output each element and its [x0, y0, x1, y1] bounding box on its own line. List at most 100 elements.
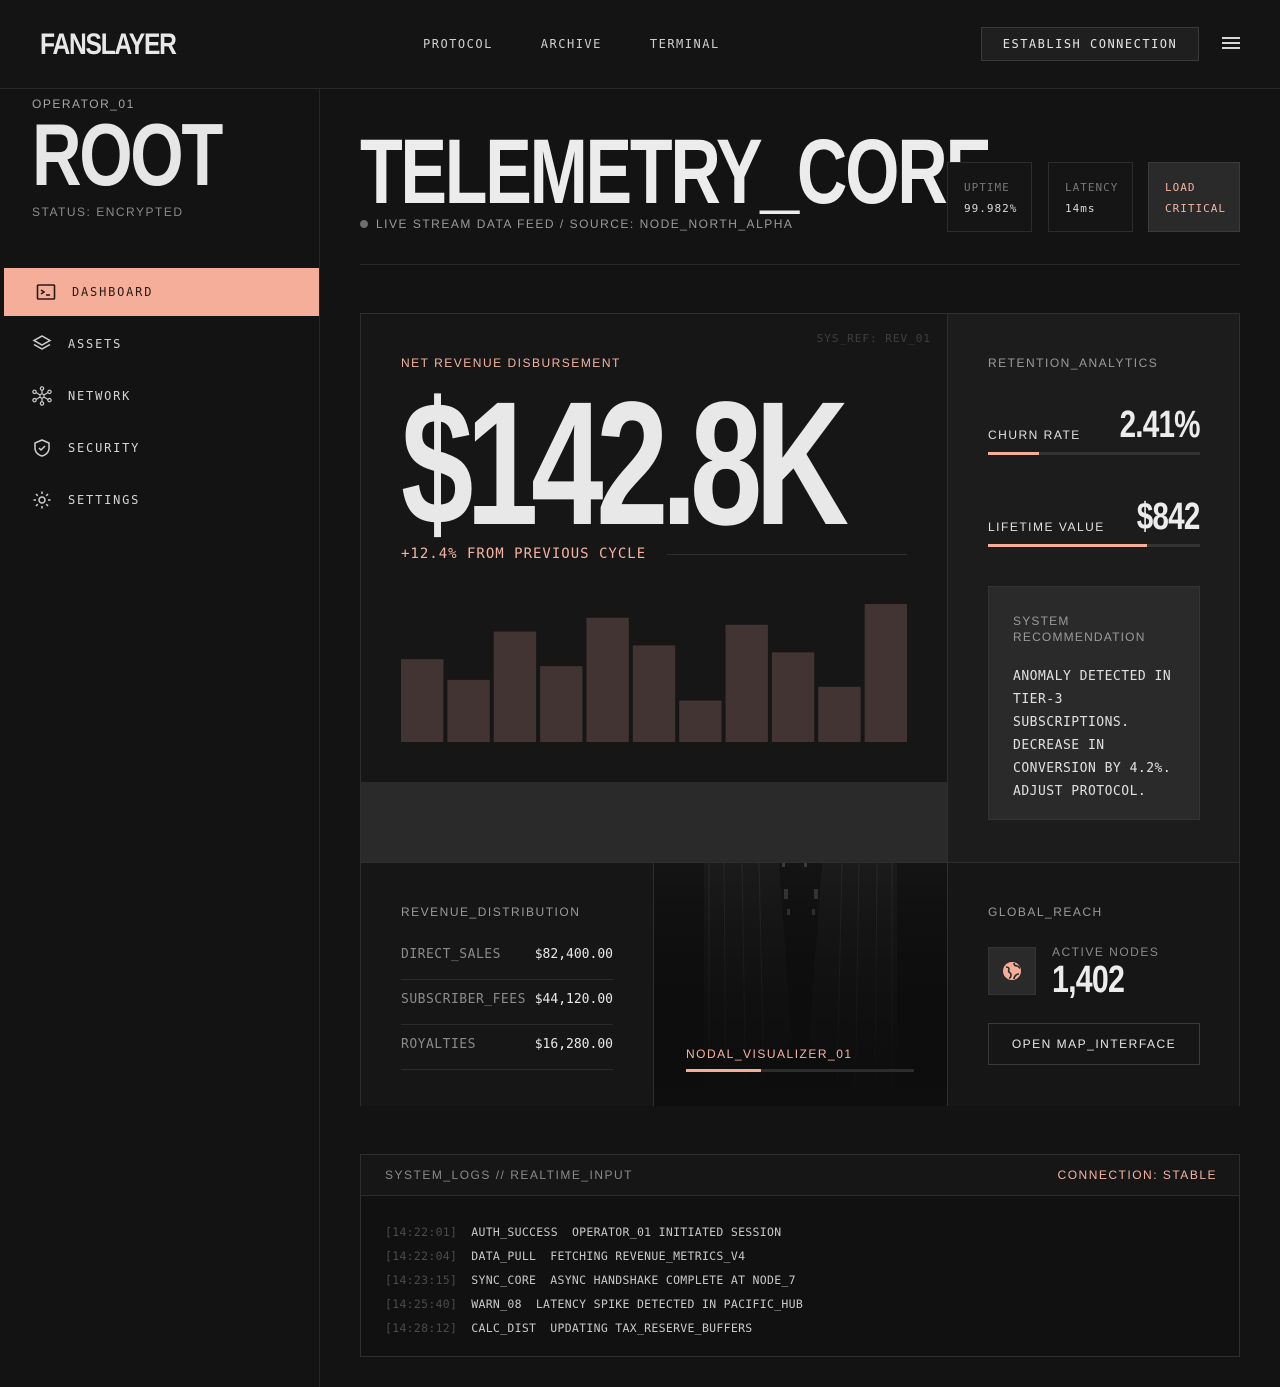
log-message: OPERATOR_01 INITIATED SESSION — [571, 1225, 782, 1239]
dashboard-grid: SYS_REF: REV_01 NET REVENUE DISBURSEMENT… — [360, 313, 1240, 1106]
bar-4 — [540, 666, 583, 742]
sidebar-item-label: SECURITY — [68, 441, 141, 455]
log-timestamp: [14:28:12] — [385, 1321, 458, 1335]
logo[interactable]: FANSLAYER — [40, 28, 177, 62]
main-nav: PROTOCOL ARCHIVE TERMINAL — [423, 37, 720, 51]
visualizer-progress-fill — [686, 1069, 762, 1072]
bar-11 — [864, 604, 907, 742]
sidebar-item-label: SETTINGS — [68, 493, 141, 507]
stat-uptime: UPTIME 99.982% — [947, 162, 1032, 232]
recommendation-title: SYSTEM RECOMMENDATION — [1013, 614, 1146, 644]
stat-key: UPTIME — [964, 181, 1010, 194]
revenue-value: $142.8K — [401, 366, 849, 562]
stat-key: LOAD — [1165, 181, 1196, 194]
bar-10 — [818, 686, 861, 742]
globe-icon — [1003, 962, 1021, 980]
table-row: DIRECT_SALES $82,400.00 — [401, 935, 613, 980]
ltv-track — [988, 544, 1200, 547]
reach-label: GLOBAL_REACH — [988, 905, 1103, 919]
log-timestamp: [14:22:04] — [385, 1249, 458, 1263]
network-icon — [32, 386, 52, 406]
stat-latency: LATENCY 14ms — [1048, 162, 1133, 232]
sidebar-item-settings[interactable]: SETTINGS — [0, 476, 319, 524]
recommendation-text: ANOMALY DETECTED IN TIER-3 SUBSCRIPTIONS… — [1013, 669, 1172, 799]
distribution-panel: REVENUE_DISTRIBUTION DIRECT_SALES $82,40… — [361, 862, 654, 1106]
row-key: ROYALTIES — [401, 1037, 476, 1052]
churn-metric: CHURN RATE 2.41% — [988, 402, 1201, 458]
log-timestamp: [14:23:15] — [385, 1273, 458, 1287]
log-message: ASYNC HANDSHAKE COMPLETE AT NODE_7 — [550, 1273, 796, 1287]
distribution-label: REVENUE_DISTRIBUTION — [401, 905, 581, 919]
log-message: UPDATING TAX_RESERVE_BUFFERS — [550, 1321, 753, 1335]
churn-value: 2.41% — [1119, 404, 1201, 446]
bar-2 — [447, 679, 490, 742]
revenue-change: +12.4% FROM PREVIOUS CYCLE — [401, 546, 647, 562]
log-line: [14:23:15] SYNC_CORE ASYNC HANDSHAKE COMPL… — [385, 1268, 1215, 1292]
sidebar: OPERATOR_01 ROOT STATUS: ENCRYPTED DASHB… — [0, 89, 320, 1387]
sidebar-item-label: ASSETS — [68, 337, 123, 351]
retention-label: RETENTION_ANALYTICS — [988, 356, 1159, 370]
visualizer-label: NODAL_VISUALIZER_01 — [686, 1047, 853, 1061]
connection-status: CONNECTION: STABLE — [1057, 1168, 1217, 1182]
hamburger-menu-icon[interactable] — [1222, 37, 1240, 51]
active-nodes-label: ACTIVE NODES — [1052, 945, 1160, 959]
nav-protocol[interactable]: PROTOCOL — [423, 37, 493, 51]
logs-header: SYSTEM_LOGS // REALTIME_INPUT CONNECTION… — [361, 1155, 1239, 1196]
churn-label: CHURN RATE — [988, 428, 1081, 442]
nav-terminal[interactable]: TERMINAL — [650, 37, 720, 51]
sidebar-menu: DASHBOARD ASSETS NETWORK SECURITY SETTIN… — [0, 268, 319, 528]
log-code: SYNC_CORE — [471, 1273, 537, 1287]
live-dot-icon — [360, 220, 368, 228]
stat-key: LATENCY — [1065, 181, 1119, 194]
stat-load: LOAD CRITICAL — [1148, 162, 1240, 232]
log-message: LATENCY SPIKE DETECTED IN PACIFIC_HUB — [535, 1297, 804, 1311]
log-code: CALC_DIST — [471, 1321, 537, 1335]
sidebar-item-dashboard[interactable]: DASHBOARD — [4, 268, 319, 316]
churn-fill — [988, 452, 1039, 455]
retention-panel: RETENTION_ANALYTICS CHURN RATE 2.41% LIF… — [947, 314, 1239, 862]
row-value: $44,120.00 — [534, 992, 613, 1007]
revenue-panel: SYS_REF: REV_01 NET REVENUE DISBURSEMENT… — [361, 314, 947, 782]
ltv-label: LIFETIME VALUE — [988, 520, 1105, 534]
page-title: TELEMETRY_CORE — [360, 121, 992, 223]
active-nodes-value: 1,402 — [1052, 959, 1125, 1001]
top-bar: FANSLAYER PROTOCOL ARCHIVE TERMINAL ESTA… — [0, 0, 1280, 89]
sidebar-item-label: NETWORK — [68, 389, 132, 403]
log-timestamp: [14:25:40] — [385, 1297, 458, 1311]
bar-9 — [771, 652, 815, 742]
status-label: STATUS: ENCRYPTED — [32, 205, 184, 219]
bar-8 — [725, 624, 768, 742]
logs-title: SYSTEM_LOGS // REALTIME_INPUT — [385, 1168, 633, 1182]
log-message: FETCHING REVENUE_METRICS_V4 — [550, 1249, 746, 1263]
log-code: DATA_PULL — [471, 1249, 537, 1263]
visualizer-panel[interactable]: NODAL_VISUALIZER_01 — [654, 862, 947, 1106]
log-line: [14:22:01] AUTH_SUCCESS OPERATOR_01 INITIA… — [385, 1220, 1215, 1244]
log-code: AUTH_SUCCESS — [471, 1225, 558, 1239]
layers-icon — [32, 335, 52, 350]
shield-icon — [34, 439, 50, 457]
terminal-icon — [36, 284, 56, 300]
sidebar-item-security[interactable]: SECURITY — [0, 424, 319, 472]
establish-connection-button[interactable]: ESTABLISH CONNECTION — [981, 27, 1199, 61]
stat-value: 99.982% — [964, 202, 1018, 215]
ltv-value: $842 — [1137, 496, 1201, 538]
global-reach-panel: GLOBAL_REACH ACTIVE NODES 1,402 OPEN MAP… — [947, 862, 1239, 1106]
sidebar-item-network[interactable]: NETWORK — [0, 372, 319, 420]
nav-archive[interactable]: ARCHIVE — [541, 37, 602, 51]
log-code: WARN_08 — [471, 1297, 522, 1311]
churn-track — [988, 452, 1200, 455]
log-line: [14:22:04] DATA_PULL FETCHING REVENUE_METR… — [385, 1244, 1215, 1268]
table-row: ROYALTIES $16,280.00 — [401, 1025, 613, 1070]
table-row: SUBSCRIBER_FEES $44,120.00 — [401, 980, 613, 1025]
bar-6 — [632, 645, 676, 742]
role-title: ROOT — [32, 105, 223, 204]
header-divider — [360, 264, 1240, 265]
sidebar-item-assets[interactable]: ASSETS — [0, 320, 319, 368]
revenue-bar-chart — [401, 604, 907, 742]
bar-5 — [586, 617, 629, 742]
revenue-divider — [667, 554, 907, 555]
ltv-fill — [988, 544, 1147, 547]
open-map-button[interactable]: OPEN MAP_INTERFACE — [988, 1023, 1200, 1065]
logs-body[interactable]: [14:22:01] AUTH_SUCCESS OPERATOR_01 INITIA… — [361, 1196, 1239, 1340]
sidebar-item-label: DASHBOARD — [72, 285, 154, 299]
